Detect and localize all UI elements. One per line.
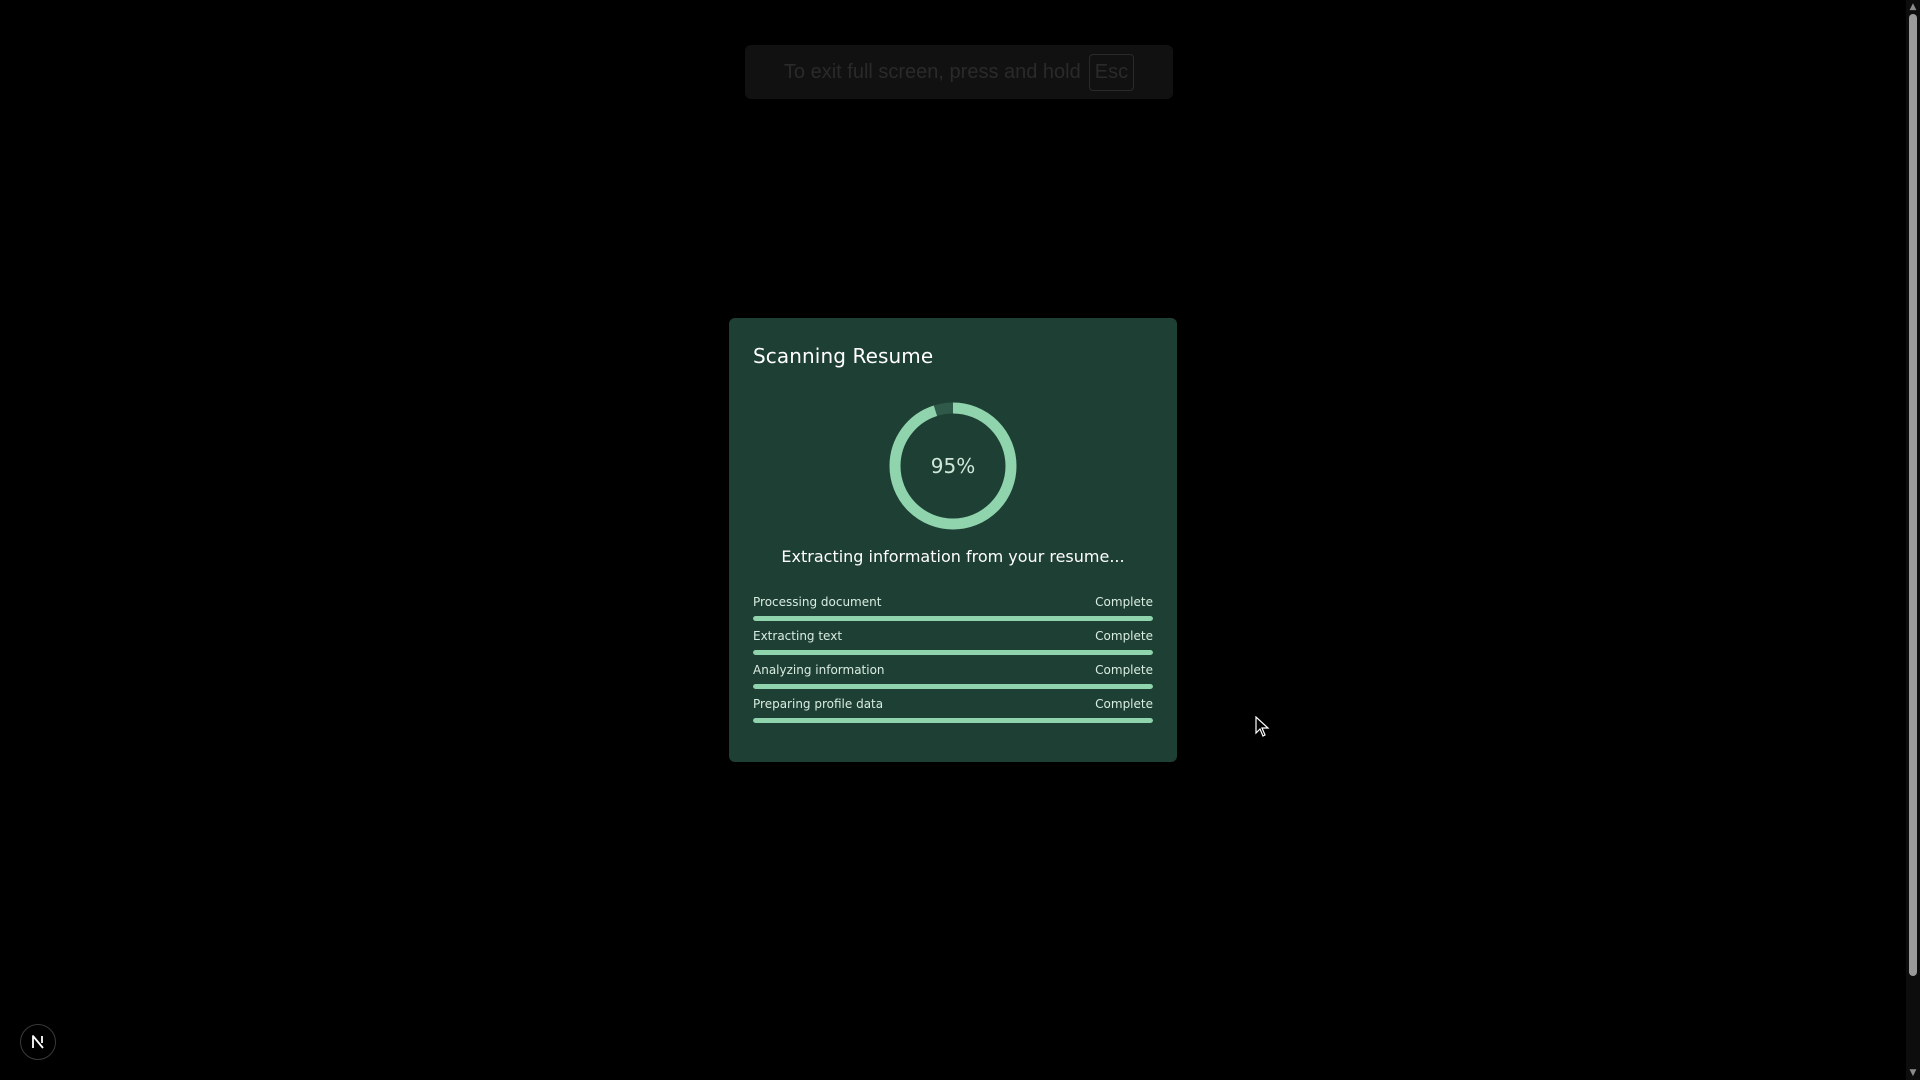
step-progress-fill: [753, 650, 1153, 655]
step-status: Complete: [1095, 595, 1153, 609]
status-message: Extracting information from your resume.…: [781, 547, 1125, 566]
step-item: Analyzing information Complete: [753, 662, 1153, 696]
vertical-scrollbar[interactable]: ▲ ▼: [1906, 0, 1920, 1080]
step-item: Extracting text Complete: [753, 628, 1153, 662]
nextjs-logo-icon: [32, 1035, 44, 1049]
step-label: Preparing profile data: [753, 697, 884, 711]
modal-title: Scanning Resume: [753, 344, 934, 368]
step-progress-bar: [753, 718, 1153, 723]
step-label: Analyzing information: [753, 663, 885, 677]
step-item: Processing document Complete: [753, 594, 1153, 628]
progress-ring: 95%: [888, 401, 1018, 531]
step-label: Processing document: [753, 595, 882, 609]
scrollbar-thumb[interactable]: [1909, 14, 1917, 976]
step-label: Extracting text: [753, 629, 843, 643]
step-item: Preparing profile data Complete: [753, 696, 1153, 730]
step-progress-bar: [753, 684, 1153, 689]
nextjs-dev-tools-button[interactable]: [20, 1024, 56, 1060]
step-progress-bar: [753, 650, 1153, 655]
step-list: Processing document Complete Extracting …: [753, 594, 1153, 730]
progress-percent-label: 95%: [930, 454, 976, 478]
scanning-resume-modal: Scanning Resume 95% Extracting informati…: [729, 318, 1177, 762]
mouse-cursor-icon: [1255, 716, 1270, 737]
step-progress-fill: [753, 616, 1153, 621]
scroll-down-arrow-icon[interactable]: ▼: [1906, 1066, 1920, 1080]
esc-key-hint: Esc: [1088, 53, 1135, 91]
step-status: Complete: [1095, 629, 1153, 643]
fullscreen-page: To exit full screen, press and hold Esc …: [0, 0, 1920, 1080]
step-progress-fill: [753, 718, 1153, 723]
scroll-up-arrow-icon[interactable]: ▲: [1906, 0, 1920, 14]
step-status: Complete: [1095, 697, 1153, 711]
step-progress-bar: [753, 616, 1153, 621]
fullscreen-hint-text: To exit full screen, press and hold: [783, 60, 1081, 83]
step-progress-fill: [753, 684, 1153, 689]
fullscreen-exit-hint: To exit full screen, press and hold Esc: [745, 45, 1173, 99]
step-status: Complete: [1095, 663, 1153, 677]
